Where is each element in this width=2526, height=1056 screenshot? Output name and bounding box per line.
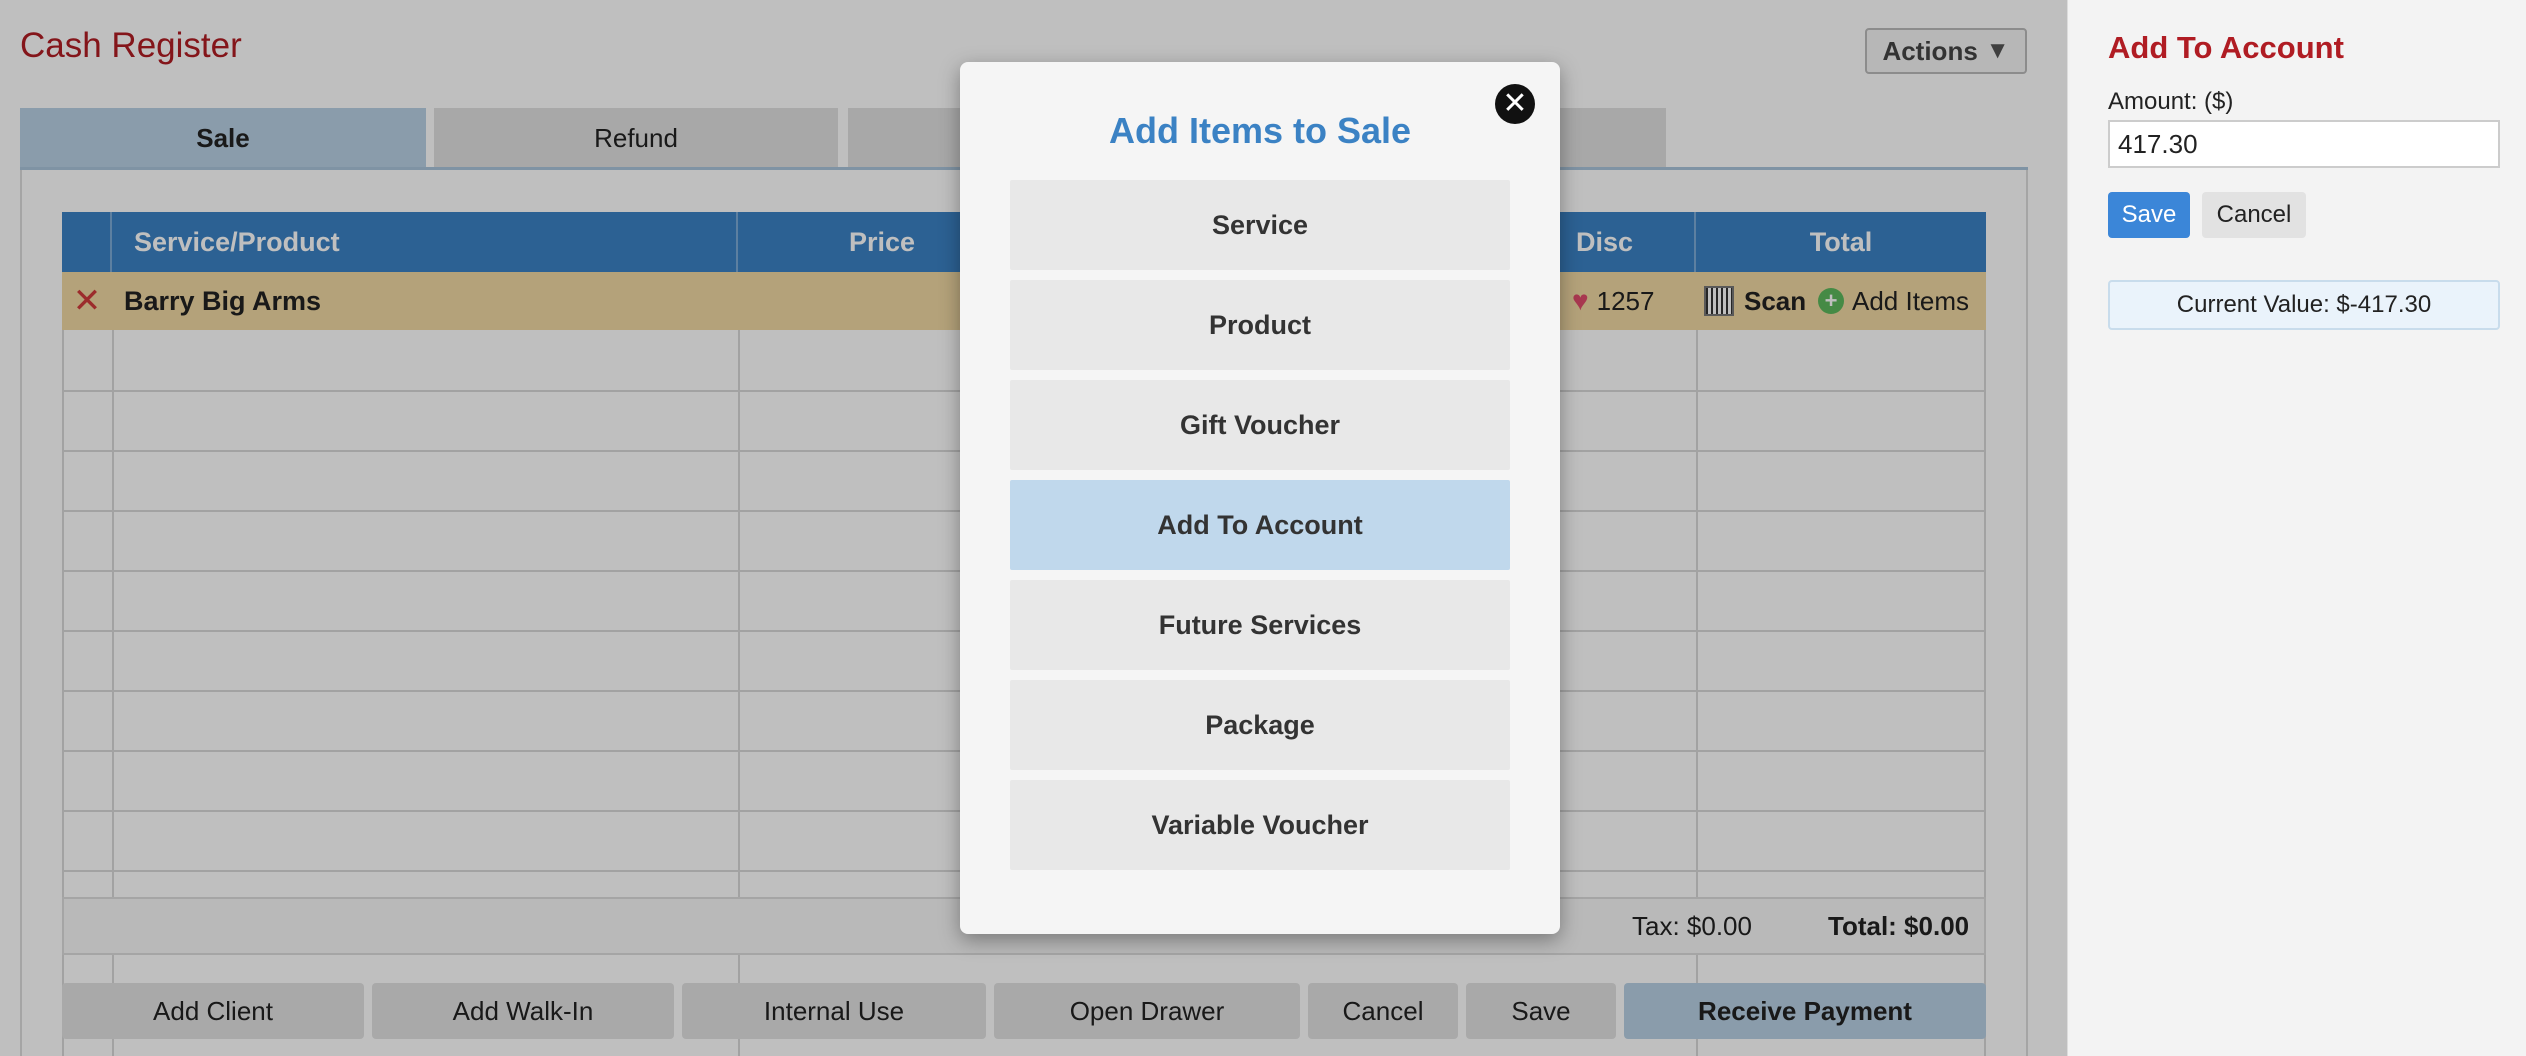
- amount-input[interactable]: [2108, 120, 2500, 168]
- modal-item-add-to-account[interactable]: Add To Account: [1010, 480, 1510, 570]
- modal-item-product[interactable]: Product: [1010, 280, 1510, 370]
- side-panel-title: Add To Account: [2108, 30, 2344, 65]
- current-value-badge: Current Value: $-417.30: [2108, 280, 2500, 330]
- modal-title: Add Items to Sale: [1108, 110, 1412, 151]
- modal-item-gift-voucher[interactable]: Gift Voucher: [1010, 380, 1510, 470]
- modal-item-service[interactable]: Service: [1010, 180, 1510, 270]
- side-cancel-button[interactable]: Cancel: [2202, 192, 2306, 238]
- amount-label: Amount: ($): [2108, 88, 2234, 115]
- side-save-button[interactable]: Save: [2108, 192, 2190, 238]
- close-icon[interactable]: ✕: [1495, 84, 1535, 124]
- add-to-account-panel: Add To Account Amount: ($) Save Cancel C…: [2067, 0, 2526, 1056]
- add-items-modal: Add Items to Sale ✕ Service Product Gift…: [960, 62, 1560, 934]
- modal-item-package[interactable]: Package: [1010, 680, 1510, 770]
- modal-item-variable-voucher[interactable]: Variable Voucher: [1010, 780, 1510, 870]
- modal-item-future-services[interactable]: Future Services: [1010, 580, 1510, 670]
